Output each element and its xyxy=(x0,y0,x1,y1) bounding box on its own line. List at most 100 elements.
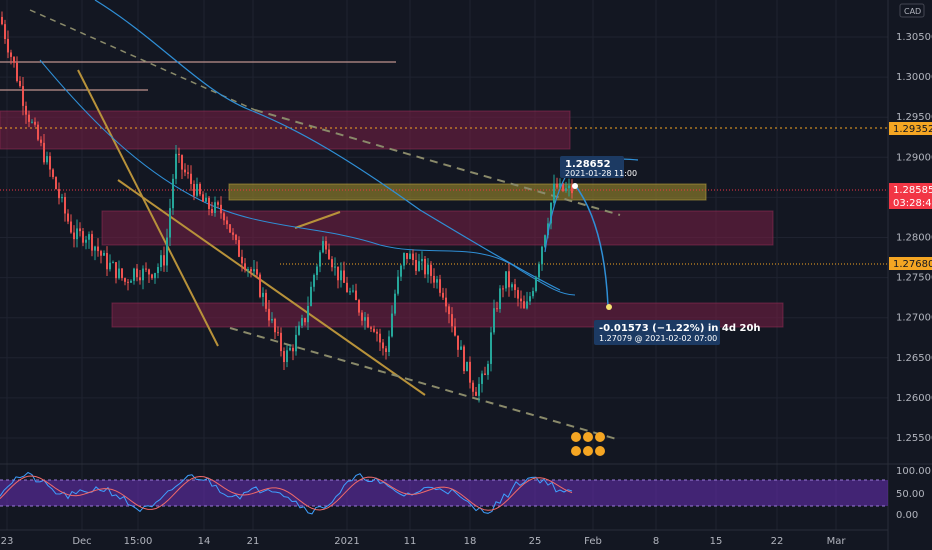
zone-yellow xyxy=(228,183,707,201)
candle-body xyxy=(214,202,216,213)
change-text: -0.01573 (−1.22%) in 4d 20h xyxy=(599,323,761,334)
candle-body xyxy=(364,317,366,321)
candle-body xyxy=(262,292,264,297)
candle-body xyxy=(397,276,399,294)
candle-body xyxy=(229,224,231,233)
high-time-text: 2021-01-28 11:00 xyxy=(565,169,637,178)
time-tick-label: Feb xyxy=(584,536,602,547)
candle-body xyxy=(232,232,234,235)
candle-body xyxy=(49,156,51,170)
candle-body xyxy=(490,332,492,364)
candle-body xyxy=(511,284,513,288)
candle-body xyxy=(139,277,141,281)
candle-body xyxy=(421,258,423,262)
price-tick-label: 1.27500 xyxy=(896,273,932,284)
candle-body xyxy=(526,301,528,309)
candle-body xyxy=(211,208,213,213)
candle-body xyxy=(466,361,468,372)
candle-body xyxy=(358,300,360,313)
candle-body xyxy=(454,326,456,336)
candle-body xyxy=(133,268,135,281)
time-tick-label: 11 xyxy=(404,536,417,547)
candle-body xyxy=(82,231,84,243)
candle-body xyxy=(388,336,390,353)
candle-body xyxy=(568,185,570,189)
candle-body xyxy=(136,268,138,278)
candle-body xyxy=(19,80,21,87)
candle-body xyxy=(184,169,186,173)
candle-body xyxy=(208,197,210,209)
candle-body xyxy=(325,241,327,250)
candle-body xyxy=(370,327,372,329)
candle-body xyxy=(556,183,558,188)
trading-chart[interactable]: 1.28652 2021-01-28 11:00 -0.01573 (−1.22… xyxy=(0,0,932,550)
price-tick-label: 1.29000 xyxy=(896,152,932,163)
candle-body xyxy=(463,346,465,372)
candle-body xyxy=(517,290,519,299)
candle-body xyxy=(73,232,75,240)
candle-body xyxy=(280,332,282,352)
candle-body xyxy=(103,252,105,256)
candle-body xyxy=(313,275,315,287)
candle-body xyxy=(382,342,384,349)
candle-body xyxy=(379,333,381,343)
currency-badge-text: CAD xyxy=(904,7,921,16)
candle-body xyxy=(520,298,522,302)
candle-body xyxy=(250,269,252,272)
time-tick-label: 22 xyxy=(771,536,784,547)
candle-body xyxy=(445,297,447,307)
time-tick-label: 14 xyxy=(198,536,211,547)
time-tick-label: 15:00 xyxy=(124,536,153,547)
candle-body xyxy=(307,305,309,323)
candle-body xyxy=(43,142,45,163)
projection-start-point xyxy=(572,183,578,189)
zone-upper xyxy=(0,110,571,150)
candle-body xyxy=(25,105,27,115)
candle-body xyxy=(34,121,36,125)
candle-body xyxy=(115,262,117,279)
candle-body xyxy=(196,183,198,196)
candle-body xyxy=(178,153,180,156)
candle-body xyxy=(205,197,207,202)
candle-body xyxy=(151,274,153,279)
tag-countdown: 03:28:42 xyxy=(893,198,932,209)
candle-body xyxy=(121,268,123,279)
candle-body xyxy=(403,253,405,266)
candle-body xyxy=(169,208,171,238)
candle-body xyxy=(565,188,567,191)
candle-body xyxy=(16,62,18,81)
candle-body xyxy=(391,313,393,337)
candle-body xyxy=(283,351,285,363)
stoch-tick-100: 100.00 xyxy=(896,466,931,477)
candle-body xyxy=(85,239,87,243)
price-tick-label: 1.25500 xyxy=(896,433,932,444)
candle-body xyxy=(148,269,150,275)
candle-body xyxy=(430,264,432,276)
candle-body xyxy=(514,284,516,291)
candle-body xyxy=(166,237,168,266)
candle-body xyxy=(328,249,330,260)
candle-body xyxy=(373,328,375,332)
candle-body xyxy=(367,317,369,328)
tag-mid-level: 1.27680 xyxy=(893,259,932,270)
candle-body xyxy=(160,255,162,268)
candle-body xyxy=(538,264,540,278)
candle-body xyxy=(91,234,93,251)
candle-body xyxy=(79,228,81,232)
candle-body xyxy=(319,252,321,267)
price-tick-label: 1.27000 xyxy=(896,313,932,324)
candle-body xyxy=(70,221,72,233)
candle-body xyxy=(55,177,57,190)
candle-body xyxy=(487,363,489,375)
candle-body xyxy=(157,267,159,274)
candle-body xyxy=(112,262,114,264)
price-tick-label: 1.26000 xyxy=(896,393,932,404)
candle-body xyxy=(175,153,177,179)
price-tick-label: 1.29500 xyxy=(896,112,932,123)
candle-body xyxy=(301,318,303,326)
candle-body xyxy=(181,155,183,170)
candle-body xyxy=(535,277,537,292)
price-tick-label: 1.28000 xyxy=(896,233,932,244)
projection-end-point xyxy=(606,304,612,310)
candle-body xyxy=(193,183,195,196)
